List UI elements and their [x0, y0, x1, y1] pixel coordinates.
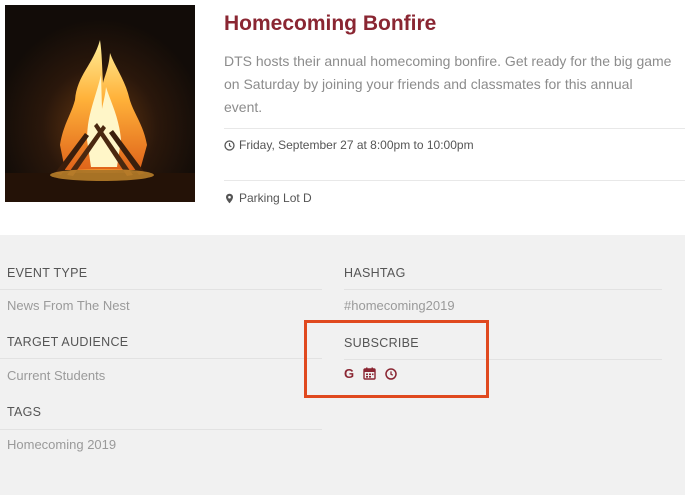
hashtag-value[interactable]: #homecoming2019	[344, 298, 455, 313]
bonfire-photo	[5, 5, 195, 202]
divider	[0, 429, 322, 430]
event-datetime: Friday, September 27 at 8:00pm to 10:00p…	[224, 138, 474, 152]
event-title[interactable]: Homecoming Bonfire	[224, 12, 436, 36]
event-image	[5, 5, 195, 202]
event-location-text: Parking Lot D	[239, 191, 312, 205]
subscribe-highlight-box	[304, 320, 489, 398]
event-header: Homecoming Bonfire DTS hosts their annua…	[0, 0, 685, 235]
divider	[0, 289, 322, 290]
hashtag-label: HASHTAG	[344, 266, 406, 280]
target-audience-value: Current Students	[7, 368, 106, 383]
event-datetime-text: Friday, September 27 at 8:00pm to 10:00p…	[239, 138, 474, 152]
divider	[224, 128, 685, 129]
event-description: DTS hosts their annual homecoming bonfir…	[224, 53, 672, 115]
divider	[344, 289, 662, 290]
event-location[interactable]: Parking Lot D	[224, 191, 312, 205]
divider	[224, 180, 685, 181]
tag-value[interactable]: Homecoming 2019	[7, 437, 116, 452]
target-audience-label: TARGET AUDIENCE	[7, 335, 129, 349]
divider	[0, 358, 322, 359]
clock-icon	[224, 139, 235, 151]
tags-label: TAGS	[7, 405, 42, 419]
map-pin-icon	[224, 193, 235, 204]
event-type-value[interactable]: News From The Nest	[7, 298, 130, 313]
event-type-label: EVENT TYPE	[7, 266, 88, 280]
